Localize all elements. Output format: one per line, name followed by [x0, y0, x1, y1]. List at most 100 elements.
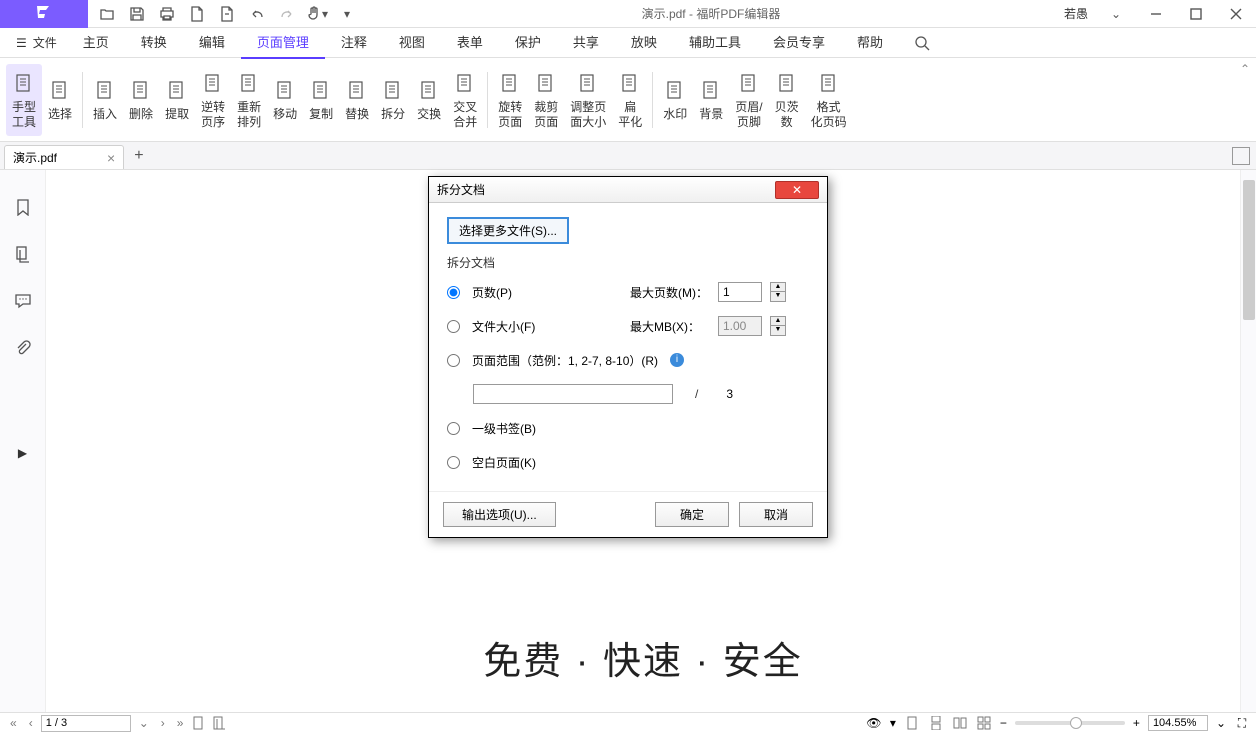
hand-icon[interactable]: ▾ — [302, 0, 332, 28]
menu-编辑[interactable]: 编辑 — [183, 26, 241, 59]
attachment-icon[interactable] — [14, 339, 32, 360]
first-page-button[interactable]: « — [6, 716, 21, 730]
menu-主页[interactable]: 主页 — [67, 26, 125, 59]
cancel-button[interactable]: 取消 — [739, 502, 813, 527]
select-more-files-button[interactable]: 选择更多文件(S)... — [447, 217, 569, 244]
ribbon-手型[interactable]: 手型工具 — [6, 64, 42, 136]
zoom-value[interactable]: 104.55% — [1148, 715, 1208, 731]
view-facing-icon[interactable] — [952, 715, 968, 731]
panel-toggle-icon[interactable] — [1232, 147, 1250, 165]
max-pages-spinner[interactable]: ▲▼ — [770, 282, 786, 302]
ribbon-提取[interactable]: 提取 — [159, 64, 195, 136]
opt-range-radio[interactable] — [447, 354, 460, 367]
ribbon-插入[interactable]: 插入 — [87, 64, 123, 136]
ribbon-交换[interactable]: 交换 — [411, 64, 447, 136]
scroll-thumb[interactable] — [1243, 180, 1255, 320]
menu-共享[interactable]: 共享 — [557, 26, 615, 59]
view-facing-cont-icon[interactable] — [976, 715, 992, 731]
page-chevron-icon[interactable]: ⌄ — [135, 716, 153, 730]
view-single-icon[interactable] — [904, 715, 920, 731]
menu-转换[interactable]: 转换 — [125, 26, 183, 59]
save-icon[interactable] — [122, 0, 152, 28]
open-icon[interactable] — [92, 0, 122, 28]
range-input[interactable] — [473, 384, 673, 404]
ribbon-替换[interactable]: 替换 — [339, 64, 375, 136]
redo-icon[interactable] — [272, 0, 302, 28]
menu-保护[interactable]: 保护 — [499, 26, 557, 59]
ribbon-页眉/[interactable]: 页眉/页脚 — [729, 64, 768, 136]
file-menu[interactable]: ☰ 文件 — [6, 29, 67, 57]
ribbon-collapse-icon[interactable]: ⌃ — [1240, 62, 1250, 76]
opt-pages-radio[interactable] — [447, 286, 460, 299]
ribbon-格式[interactable]: 格式化页码 — [805, 64, 853, 136]
side-nav: ▶ — [0, 170, 46, 712]
page-alt-icon[interactable] — [212, 0, 242, 28]
sidebar-expand-icon[interactable]: ▶ — [18, 446, 27, 460]
ribbon-扁[interactable]: 扁平化 — [612, 64, 648, 136]
app-logo[interactable] — [0, 0, 88, 28]
opt-blank-radio[interactable] — [447, 456, 460, 469]
undo-icon[interactable] — [242, 0, 272, 28]
qat-more-icon[interactable]: ▾ — [332, 0, 362, 28]
last-page-button[interactable]: » — [173, 716, 188, 730]
opt-pages-label: 页数(P) — [472, 284, 622, 301]
comment-icon[interactable] — [14, 292, 32, 313]
zoom-in-button[interactable]: + — [1133, 716, 1140, 730]
ribbon-拆分[interactable]: 拆分 — [375, 64, 411, 136]
ok-button[interactable]: 确定 — [655, 502, 729, 527]
ribbon-移动[interactable]: 移动 — [267, 64, 303, 136]
maximize-button[interactable] — [1176, 0, 1216, 28]
ribbon-贝茨[interactable]: 贝茨数 — [769, 64, 805, 136]
ribbon-调整页[interactable]: 调整页面大小 — [564, 64, 612, 136]
tab-add-button[interactable]: + — [134, 147, 143, 165]
menu-帮助[interactable]: 帮助 — [841, 26, 899, 59]
menu-表单[interactable]: 表单 — [441, 26, 499, 59]
output-options-button[interactable]: 输出选项(U)... — [443, 502, 556, 527]
prev-page-button[interactable]: ‹ — [25, 716, 37, 730]
info-icon[interactable]: i — [670, 353, 684, 367]
print-icon[interactable] — [152, 0, 182, 28]
ribbon-重新[interactable]: 重新排列 — [231, 64, 267, 136]
minimize-button[interactable] — [1136, 0, 1176, 28]
user-name[interactable]: 若愚 — [1056, 5, 1096, 22]
vertical-scrollbar[interactable] — [1240, 170, 1256, 712]
dialog-close-button[interactable]: ✕ — [775, 181, 819, 199]
bookmark-icon[interactable] — [14, 198, 32, 219]
menu-会员专享[interactable]: 会员专享 — [757, 26, 841, 59]
menu-视图[interactable]: 视图 — [383, 26, 441, 59]
ribbon-裁剪[interactable]: 裁剪页面 — [528, 64, 564, 136]
tab-close-icon[interactable]: × — [107, 150, 115, 166]
ribbon-逆转[interactable]: 逆转页序 — [195, 64, 231, 136]
menu-辅助工具[interactable]: 辅助工具 — [673, 26, 757, 59]
zoom-out-button[interactable]: − — [1000, 716, 1007, 730]
view-cont-icon[interactable] — [928, 715, 944, 731]
document-tab[interactable]: 演示.pdf × — [4, 145, 124, 169]
ribbon-选择[interactable]: 选择 — [42, 64, 78, 136]
opt-size-radio[interactable] — [447, 320, 460, 333]
sb-doc-icon[interactable] — [191, 715, 207, 731]
fullscreen-icon[interactable]: ⛶ — [1234, 715, 1250, 731]
sb-doc2-icon[interactable] — [211, 715, 227, 731]
max-pages-input[interactable] — [718, 282, 762, 302]
ribbon-删除[interactable]: 删除 — [123, 64, 159, 136]
opt-bookmark-radio[interactable] — [447, 422, 460, 435]
dialog-titlebar[interactable]: 拆分文档 ✕ — [429, 177, 827, 203]
close-button[interactable] — [1216, 0, 1256, 28]
pages-icon[interactable] — [14, 245, 32, 266]
ribbon-水印[interactable]: 水印 — [657, 64, 693, 136]
page-add-icon[interactable] — [182, 0, 212, 28]
ribbon-背景[interactable]: 背景 — [693, 64, 729, 136]
view-eye-icon[interactable]: 👁 — [866, 715, 882, 731]
ribbon-交叉[interactable]: 交叉合并 — [447, 64, 483, 136]
ribbon-旋转[interactable]: 旋转页面 — [492, 64, 528, 136]
menu-放映[interactable]: 放映 — [615, 26, 673, 59]
user-chevron-icon[interactable]: ⌄ — [1096, 0, 1136, 28]
page-number-input[interactable] — [41, 715, 131, 732]
zoom-slider[interactable] — [1015, 721, 1125, 725]
menu-注释[interactable]: 注释 — [325, 26, 383, 59]
menu-页面管理[interactable]: 页面管理 — [241, 26, 325, 59]
next-page-button[interactable]: › — [157, 716, 169, 730]
ribbon-复制[interactable]: 复制 — [303, 64, 339, 136]
search-icon[interactable] — [907, 29, 937, 57]
split-dialog: 拆分文档 ✕ 选择更多文件(S)... 拆分文档 页数(P) 最大页数(M)： … — [428, 176, 828, 538]
